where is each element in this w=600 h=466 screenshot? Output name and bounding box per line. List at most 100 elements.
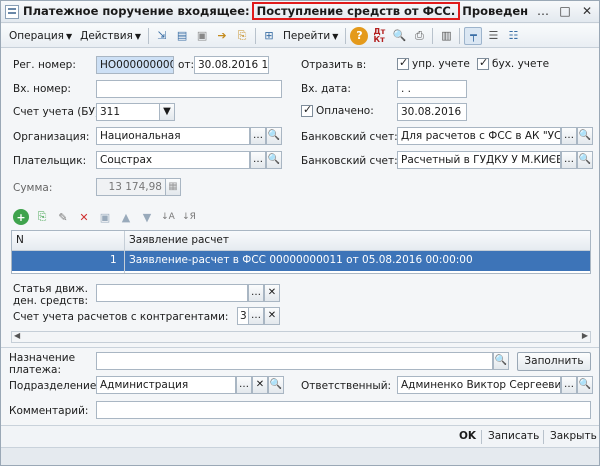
- sort-asc-icon[interactable]: ↓A: [160, 209, 176, 225]
- toolbar-separator: [148, 27, 150, 44]
- title-highlight: Поступление средств от ФСС.: [251, 2, 461, 20]
- goto-menu-label: Перейти: [283, 29, 331, 42]
- horizontal-scrollbar[interactable]: ◀ ▶: [11, 331, 591, 343]
- date-field[interactable]: 30.08.2016 12:: [194, 56, 269, 74]
- move-down-icon[interactable]: ▼: [139, 209, 155, 225]
- tree-view-icon[interactable]: ┯: [464, 26, 483, 45]
- operation-menu[interactable]: Операция ▼: [5, 30, 76, 42]
- account-field[interactable]: 311: [96, 103, 160, 121]
- cashflow-label-line1: Статья движ.: [13, 283, 88, 295]
- operation-menu-label: Операция: [9, 29, 64, 42]
- bookkeeping-checkbox[interactable]: бух. учете: [477, 56, 550, 70]
- dept-open-icon[interactable]: 🔍: [268, 376, 284, 394]
- end-edit-icon[interactable]: ▣: [97, 209, 113, 225]
- window-title: Платежное поручение входящее: Поступление…: [23, 2, 529, 20]
- org-open-icon[interactable]: 🔍: [266, 127, 282, 145]
- help-icon[interactable]: ?: [350, 26, 369, 45]
- dept-select-button[interactable]: …: [236, 376, 252, 394]
- in-number-label: Вх. номер:: [13, 83, 71, 95]
- org-field[interactable]: Национальная: [96, 127, 250, 145]
- contr-account-select-button[interactable]: …: [248, 307, 264, 325]
- mgmt-accounting-label: упр. учете: [412, 58, 470, 70]
- dt-kt-icon[interactable]: Дт Кт: [370, 27, 388, 45]
- copy-row-icon[interactable]: ⎘: [34, 209, 50, 225]
- document-list-icon[interactable]: ▥: [437, 27, 455, 45]
- unpost-icon[interactable]: ▣: [193, 27, 211, 45]
- document-window: Платежное поручение входящее: Поступление…: [0, 0, 600, 466]
- org-select-button[interactable]: …: [250, 127, 266, 145]
- in-date-field[interactable]: . .: [397, 80, 467, 98]
- edit-row-icon[interactable]: ✎: [55, 209, 71, 225]
- payer-select-button[interactable]: …: [250, 151, 266, 169]
- close-icon[interactable]: ✕: [579, 4, 595, 20]
- actions-menu[interactable]: Действия ▼: [76, 30, 145, 42]
- add-row-icon[interactable]: +: [13, 209, 29, 225]
- dept-clear-icon[interactable]: ✕: [252, 376, 268, 394]
- payer-field[interactable]: Соцстрах: [96, 151, 250, 169]
- column-header-n[interactable]: N: [16, 234, 24, 246]
- date-label: от:: [178, 59, 195, 71]
- status-bar: [1, 447, 599, 465]
- responsible-field[interactable]: Админенко Виктор Сергеевич: [397, 376, 561, 394]
- save-button[interactable]: Записать: [488, 430, 539, 442]
- sort-desc-icon[interactable]: ↓Я: [181, 209, 197, 225]
- paid-checkbox[interactable]: Оплачено:: [301, 103, 374, 117]
- bookkeeping-label: бух. учете: [492, 58, 550, 70]
- title-status: Проведен: [462, 4, 529, 18]
- comment-field[interactable]: [96, 401, 591, 419]
- checkbox-checked-icon: [397, 56, 409, 70]
- column-header-statement[interactable]: Заявление расчет: [129, 234, 229, 246]
- in-number-field[interactable]: [96, 80, 282, 98]
- preview-icon[interactable]: 🔍: [390, 27, 408, 45]
- goto-menu[interactable]: Перейти ▼: [279, 30, 342, 42]
- structure-icon[interactable]: ⊞: [260, 27, 278, 45]
- scroll-right-icon[interactable]: ▶: [582, 331, 588, 340]
- payer-bank-open-icon[interactable]: 🔍: [577, 151, 593, 169]
- table-row[interactable]: 1 Заявление-расчет в ФСС 00000000011 от …: [12, 251, 590, 271]
- paid-label: Оплачено:: [316, 105, 374, 117]
- post-and-close-icon[interactable]: ⇲: [153, 27, 171, 45]
- payer-open-icon[interactable]: 🔍: [266, 151, 282, 169]
- fill-button[interactable]: Заполнить: [517, 352, 591, 371]
- cashflow-select-button[interactable]: …: [248, 284, 264, 302]
- more-icon[interactable]: …: [535, 4, 551, 20]
- column-settings-icon[interactable]: ☰: [484, 27, 502, 45]
- bank-account-open-icon[interactable]: 🔍: [577, 127, 593, 145]
- bank-account-select-button[interactable]: …: [561, 127, 577, 145]
- payer-bank-select-button[interactable]: …: [561, 151, 577, 169]
- toolbar-separator: [345, 27, 347, 44]
- delete-row-icon[interactable]: ✕: [76, 209, 92, 225]
- paid-date-field[interactable]: 30.08.2016: [397, 103, 467, 121]
- account-dropdown-icon[interactable]: ▼: [159, 103, 175, 121]
- copy-icon[interactable]: ⎘: [233, 27, 251, 45]
- print-icon[interactable]: ⎙: [410, 27, 428, 45]
- post-icon[interactable]: ▤: [173, 27, 191, 45]
- dept-label: Подразделение:: [9, 380, 100, 392]
- checkbox-checked-icon: [477, 56, 489, 70]
- cashflow-clear-icon[interactable]: ✕: [264, 284, 280, 302]
- close-button[interactable]: Закрыть: [550, 430, 597, 442]
- responsible-select-button[interactable]: …: [561, 376, 577, 394]
- bank-account-field[interactable]: Для расчетов с ФСС в АК "УСБ": [397, 127, 561, 145]
- maximize-icon[interactable]: □: [557, 4, 573, 20]
- purpose-field[interactable]: [96, 352, 493, 370]
- mgmt-accounting-checkbox[interactable]: упр. учете: [397, 56, 470, 70]
- based-on-icon[interactable]: ➔: [213, 27, 231, 45]
- ok-button[interactable]: OK: [459, 430, 476, 442]
- cashflow-field[interactable]: [96, 284, 248, 302]
- row-statement: Заявление-расчет в ФСС 00000000011 от 05…: [129, 254, 473, 266]
- responsible-open-icon[interactable]: 🔍: [577, 376, 593, 394]
- payer-bank-field[interactable]: Расчетный в ГУДКУ У М.КИЄВІ,: [397, 151, 561, 169]
- table-toolbar: + ⎘ ✎ ✕ ▣ ▲ ▼ ↓A ↓Я: [13, 209, 197, 225]
- contr-account-clear-icon[interactable]: ✕: [264, 307, 280, 325]
- purpose-search-icon[interactable]: 🔍: [493, 352, 509, 370]
- statements-table: N Заявление расчет 1 Заявление-расчет в …: [11, 230, 591, 274]
- scroll-left-icon[interactable]: ◀: [14, 331, 20, 340]
- reg-number-field[interactable]: НО0000000001: [96, 56, 174, 74]
- move-up-icon[interactable]: ▲: [118, 209, 134, 225]
- comment-label: Комментарий:: [9, 405, 89, 417]
- dept-field[interactable]: Администрация: [96, 376, 236, 394]
- list-settings-icon[interactable]: ☷: [504, 27, 522, 45]
- responsible-label: Ответственный:: [301, 380, 392, 392]
- window-controls: … □ ✕: [535, 4, 595, 20]
